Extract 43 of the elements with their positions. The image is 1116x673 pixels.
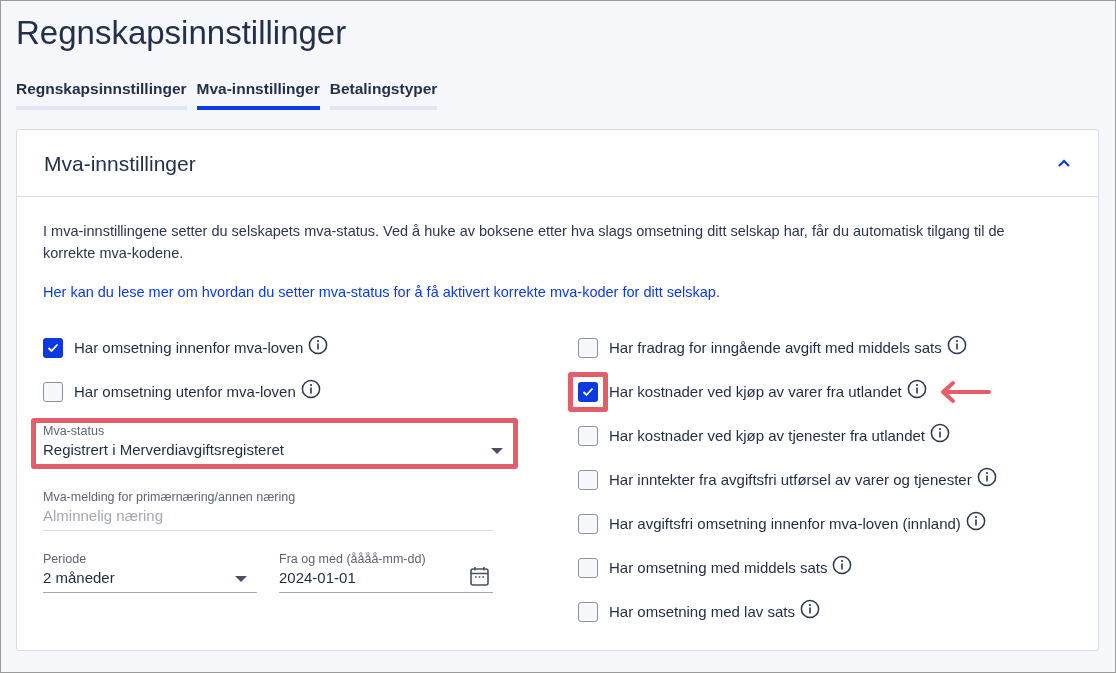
chevron-up-icon[interactable]	[1057, 158, 1071, 169]
dropdown-caret-icon[interactable]	[235, 576, 247, 583]
checkmark-icon	[582, 387, 594, 398]
checkbox-label: Har omsetning med middels sats	[609, 558, 828, 578]
info-icon[interactable]	[976, 467, 997, 488]
status-dropdown[interactable]: Mva-status Registrert i Merverdiavgiftsregisteret	[31, 418, 518, 470]
checkbox[interactable]	[578, 558, 598, 579]
calendar-icon[interactable]	[470, 566, 489, 587]
info-icon[interactable]	[300, 379, 321, 400]
tab[interactable]: Mva-innstillinger	[196, 77, 320, 111]
info-icon[interactable]	[930, 423, 950, 444]
info-icon[interactable]	[906, 379, 927, 400]
checkbox-label: Har kostnader ved kjøp av tjenester fra utlandet	[609, 426, 925, 446]
checkbox-label: Har fradrag for inngående avgift med middels sats	[609, 338, 942, 358]
page-title: Regnskapsinnstillinger	[16, 13, 347, 53]
info-icon[interactable]	[308, 335, 329, 356]
dropdown-caret-icon[interactable]	[491, 448, 503, 455]
checkbox-label: Har omsetning med lav sats	[609, 602, 795, 622]
checkbox-label: Har avgiftsfri omsetning innenfor mva-loven (innland)	[609, 514, 961, 534]
checkbox[interactable]	[578, 470, 598, 491]
tab[interactable]: Betalingstyper	[329, 77, 438, 111]
info-icon[interactable]	[965, 511, 986, 532]
checkmark-icon	[47, 343, 59, 354]
period-dropdown[interactable]: Periode 2 måneder	[43, 551, 257, 594]
checkbox-label: Har omsetning innenfor mva-loven	[74, 338, 304, 358]
info-link[interactable]: Her kan du lese mer om hvordan du setter mva-status for å få aktivert korrekte mva-koder for ditt selskap.	[43, 284, 720, 301]
checkbox-label: Har kostnader ved kjøp av varer fra utlandet	[609, 382, 902, 402]
checkbox[interactable]	[578, 514, 598, 535]
panel-title: Mva-innstillinger	[44, 150, 196, 177]
intro-text: I mva-innstillingene setter du selskapets mva-status. Ved å huke av boksene etter hva slags omsetning ditt selskap har, får du automatisk tilgang til de korrekte mva-kodene.	[43, 222, 1006, 264]
tab[interactable]: Regnskapsinnstillinger	[16, 77, 187, 111]
checkbox-label: Har inntekter fra avgiftsfri utførsel av varer og tjenester	[609, 470, 972, 490]
checkbox[interactable]	[578, 602, 598, 623]
info-icon[interactable]	[832, 555, 853, 576]
checkbox[interactable]	[43, 338, 63, 359]
checkbox-label: Har omsetning utenfor mva-loven	[74, 382, 296, 402]
info-icon[interactable]	[799, 599, 820, 620]
checkbox[interactable]	[43, 382, 63, 403]
checkbox[interactable]	[578, 338, 598, 359]
checkbox[interactable]	[578, 382, 598, 403]
info-icon[interactable]	[946, 335, 967, 356]
date-field[interactable]: Fra og med (åååå-mm-dd) 2024-01-01	[279, 551, 493, 594]
checkbox[interactable]	[578, 426, 598, 447]
